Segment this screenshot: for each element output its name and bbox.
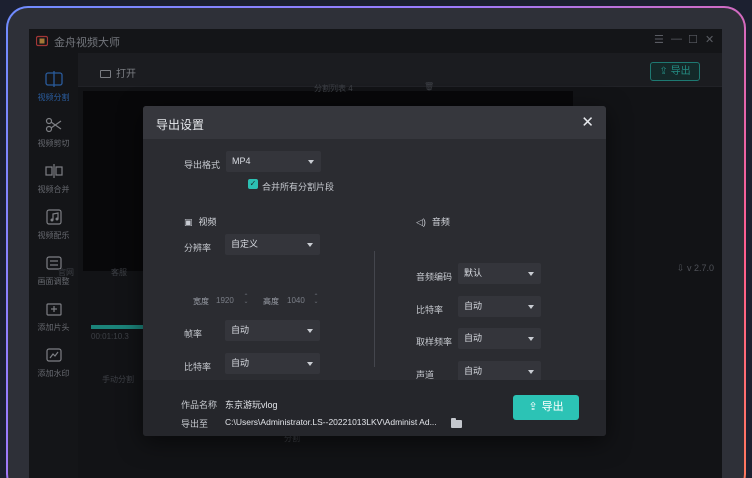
chevron-down-icon (528, 305, 534, 309)
export-settings-dialog: 导出设置 ✕ 导出格式 MP4 ✓ 合并所有分割片段 ▣ 视频 分辨率 自定义 宽… (143, 106, 606, 436)
width-label: 宽度 (193, 297, 209, 306)
channel-select[interactable]: 自动 (458, 361, 541, 382)
project-name-value[interactable]: 东京游玩vlog (225, 398, 278, 411)
close-icon[interactable]: ✕ (581, 113, 594, 131)
chevron-down-icon (308, 160, 314, 164)
audio-bitrate-label: 比特率 (416, 305, 444, 315)
width-input[interactable]: 1920 (216, 296, 234, 305)
audio-codec-label: 音频编码 (416, 272, 453, 282)
app-window: 金舟视频大师 ☰ — ☐ ✕ 视频分割 视频剪切 视频合并 视频配乐 画面调整 … (29, 29, 722, 478)
export-path-label: 导出至 (181, 419, 209, 429)
resolution-label: 分辨率 (184, 243, 212, 253)
merge-label: 合并所有分割片段 (262, 182, 335, 192)
upload-icon: ⇪ (528, 401, 538, 413)
export-button-label: 导出 (541, 401, 564, 413)
video-bitrate-label: 比特率 (184, 362, 212, 372)
audio-section-head: ◁) 音频 (416, 217, 450, 227)
chevron-down-icon (307, 243, 313, 247)
framerate-select[interactable]: 自动 (225, 320, 320, 341)
chevron-down-icon (528, 272, 534, 276)
merge-checkbox[interactable]: ✓ (248, 179, 258, 189)
video-bitrate-select[interactable]: 自动 (225, 353, 320, 374)
format-label: 导出格式 (184, 160, 221, 170)
export-button[interactable]: ⇪ 导出 (513, 395, 579, 420)
chevron-down-icon (307, 362, 313, 366)
chevron-down-icon (528, 337, 534, 341)
format-value: MP4 (232, 156, 251, 166)
export-path-value[interactable]: C:\Users\Administrator.LS--20221013LKV\A… (225, 417, 437, 427)
chevron-down-icon (307, 329, 313, 333)
video-section-head: ▣ 视频 (184, 217, 217, 227)
speaker-icon: ◁) (416, 217, 426, 227)
width-stepper[interactable]: ⌃ ⌄ (243, 294, 249, 305)
audio-bitrate-select[interactable]: 自动 (458, 296, 541, 317)
folder-icon[interactable] (451, 418, 462, 428)
chevron-down-icon (528, 370, 534, 374)
section-divider (374, 251, 375, 367)
project-name-label: 作品名称 (181, 400, 218, 410)
height-label: 高度 (263, 297, 279, 306)
format-select[interactable]: MP4 (226, 151, 321, 172)
height-input[interactable]: 1040 (287, 296, 305, 305)
height-stepper[interactable]: ⌃ ⌄ (313, 294, 319, 305)
framerate-label: 帧率 (184, 329, 203, 339)
samplerate-select[interactable]: 自动 (458, 328, 541, 349)
samplerate-label: 取样频率 (416, 337, 453, 347)
dialog-header: 导出设置 ✕ (143, 106, 606, 139)
audio-codec-select[interactable]: 默认 (458, 263, 541, 284)
resolution-select[interactable]: 自定义 (225, 234, 320, 255)
film-icon: ▣ (184, 217, 193, 227)
dialog-title: 导出设置 (156, 118, 205, 132)
